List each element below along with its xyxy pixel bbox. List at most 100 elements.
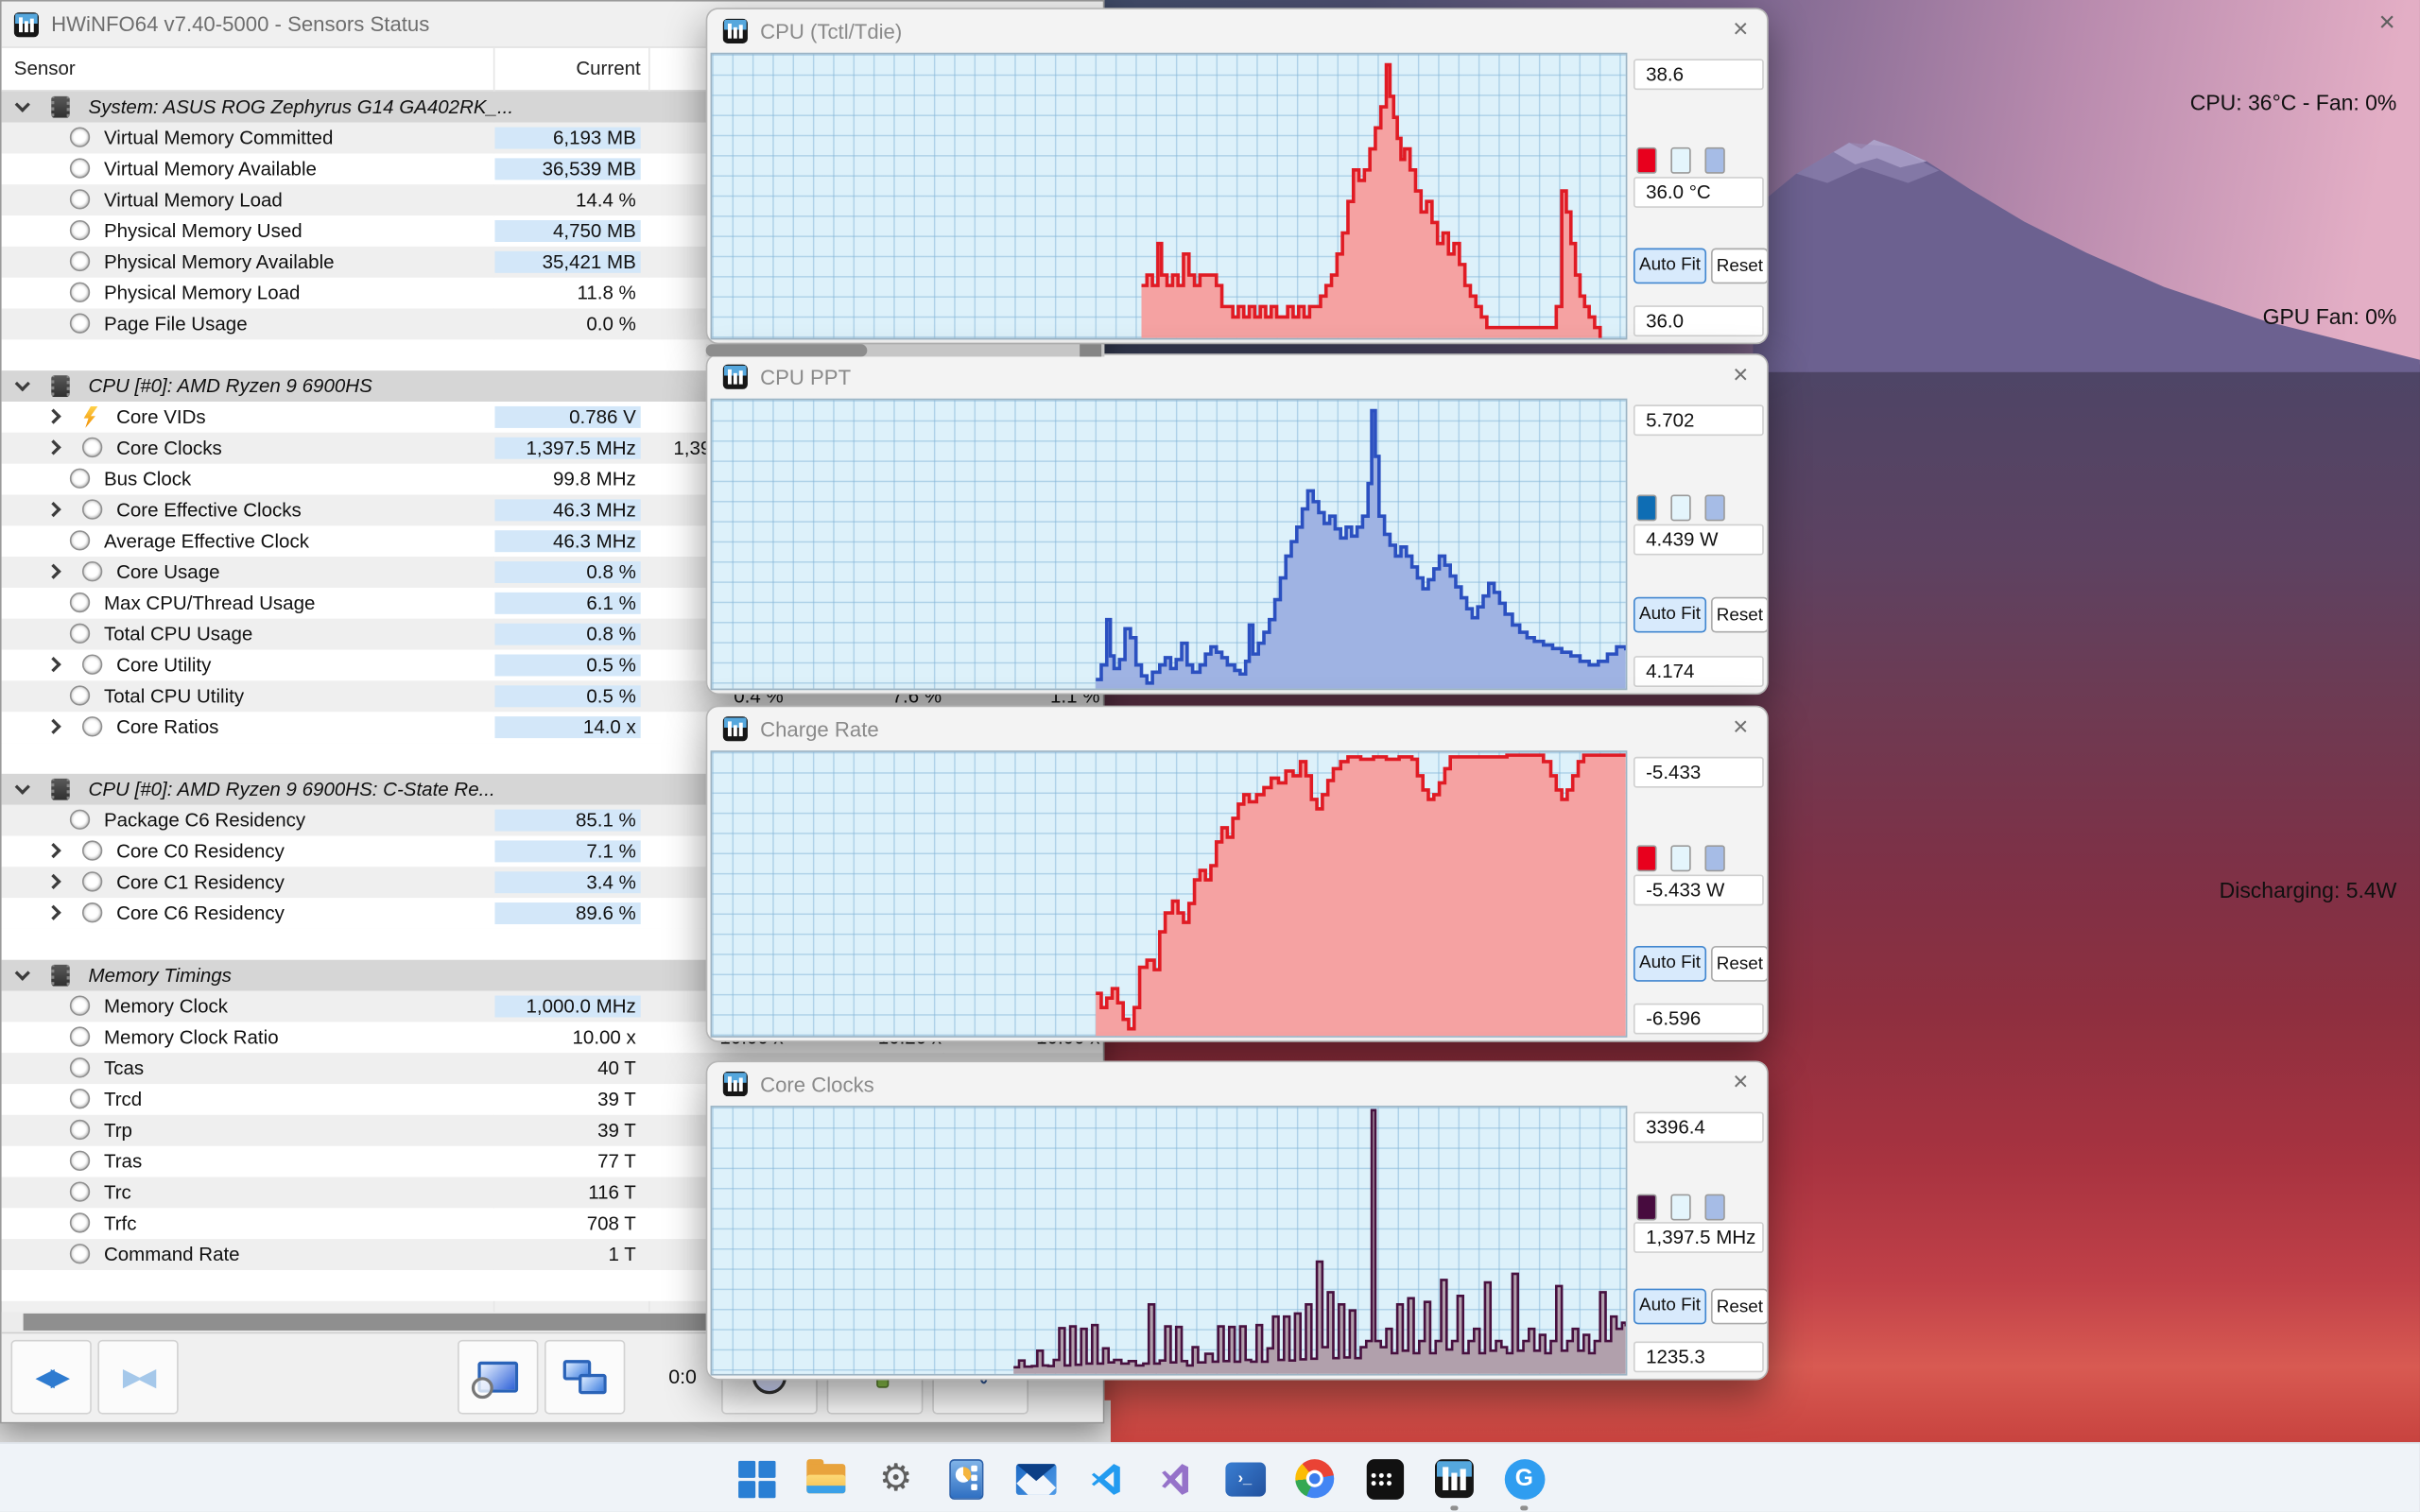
sensor-current-value: 7.1 % <box>494 839 641 862</box>
graph-color-swatches[interactable] <box>1636 494 1725 522</box>
sensor-clock-icon <box>69 809 91 830</box>
reset-button[interactable]: Reset <box>1711 248 1768 284</box>
close-icon[interactable]: × <box>2378 7 2394 39</box>
close-icon[interactable]: × <box>1733 14 1748 45</box>
series-color-swatch[interactable] <box>1636 146 1657 174</box>
series-color-swatch[interactable] <box>1636 494 1657 522</box>
graph-min-value: 1235.3 <box>1633 1341 1764 1373</box>
sensor-clock-icon <box>69 1057 91 1078</box>
sensor-current-value: 0.5 % <box>494 653 641 676</box>
remote-app-icon <box>1365 1458 1404 1500</box>
sensor-clock-icon <box>69 1181 91 1202</box>
expand-chevron-icon[interactable] <box>45 408 61 424</box>
visual-studio-button[interactable] <box>1154 1458 1196 1500</box>
ghelper-taskbar-button[interactable]: G <box>1503 1458 1545 1500</box>
sensor-clock-icon <box>69 1150 91 1171</box>
vscode-button[interactable] <box>1084 1458 1126 1500</box>
start-button[interactable] <box>735 1458 777 1500</box>
reset-button[interactable]: Reset <box>1711 1288 1768 1325</box>
voltage-bolt-icon <box>83 405 98 428</box>
sensor-current-value: 0.786 V <box>494 405 641 428</box>
auto-fit-button[interactable]: Auto Fit <box>1633 1288 1707 1325</box>
graph-current-value: 36.0 °C <box>1633 177 1764 208</box>
background-color-swatch[interactable] <box>1670 494 1691 522</box>
sensor-clock-icon <box>81 561 103 582</box>
sensor-clock-icon <box>69 158 91 179</box>
column-current[interactable]: Current <box>493 58 640 79</box>
grid-color-swatch[interactable] <box>1704 494 1725 522</box>
sensor-current-value: 116 T <box>588 1180 636 1203</box>
file-explorer-button[interactable] <box>805 1458 847 1500</box>
settings-button[interactable]: ⚙ <box>875 1458 917 1500</box>
auto-fit-button[interactable]: Auto Fit <box>1633 946 1707 982</box>
expand-arrows-icon: ◀▶ <box>36 1365 69 1391</box>
grid-color-swatch[interactable] <box>1704 146 1725 174</box>
expand-chevron-icon[interactable] <box>45 563 61 579</box>
close-icon[interactable]: × <box>1733 360 1748 391</box>
mail-button[interactable] <box>1014 1458 1056 1500</box>
monitoring-app-button[interactable] <box>944 1458 986 1500</box>
graph-plot-area[interactable] <box>710 52 1628 340</box>
expand-chevron-icon[interactable] <box>45 842 61 859</box>
graph-title: CPU (Tctl/Tdie) <box>760 19 903 43</box>
graph-plot-area[interactable] <box>710 1106 1628 1376</box>
graph-window-core-clocks: Core Clocks × 3396.4 1,397.5 MHz Auto Fi… <box>705 1060 1769 1381</box>
expand-chevron-icon[interactable] <box>45 873 61 890</box>
graph-plot-area[interactable] <box>710 398 1628 691</box>
series-color-swatch[interactable] <box>1636 845 1657 872</box>
auto-fit-button[interactable]: Auto Fit <box>1633 596 1707 633</box>
sensor-clock-icon <box>69 189 91 210</box>
expand-chevron-icon[interactable] <box>45 657 61 673</box>
column-sensor[interactable]: Sensor <box>14 58 76 79</box>
grid-color-swatch[interactable] <box>1704 1194 1725 1221</box>
reset-button[interactable]: Reset <box>1711 596 1768 633</box>
collapse-chevron-icon[interactable] <box>14 779 30 795</box>
remote-app-button[interactable] <box>1363 1458 1405 1500</box>
remote-monitor-button[interactable] <box>544 1339 626 1415</box>
auto-fit-button[interactable]: Auto Fit <box>1633 248 1707 284</box>
graph-color-swatches[interactable] <box>1636 146 1725 174</box>
background-color-swatch[interactable] <box>1670 1194 1691 1221</box>
scrollbar-thumb[interactable] <box>705 344 868 357</box>
reset-button[interactable]: Reset <box>1711 946 1768 982</box>
background-color-swatch[interactable] <box>1670 146 1691 174</box>
grid-color-swatch[interactable] <box>1704 845 1725 872</box>
graph-titlebar[interactable]: Charge Rate <box>707 707 1767 750</box>
collapse-chevron-icon[interactable] <box>14 965 30 981</box>
expand-chevron-icon[interactable] <box>45 904 61 920</box>
sensor-current-value: 0.0 % <box>586 312 636 335</box>
expand-chevron-icon[interactable] <box>45 501 61 518</box>
graph-current-value: 1,397.5 MHz <box>1633 1222 1764 1253</box>
graph-titlebar[interactable]: CPU PPT <box>707 355 1767 399</box>
expand-columns-button[interactable]: ◀▶ <box>10 1339 92 1415</box>
series-color-swatch[interactable] <box>1636 1194 1657 1221</box>
collapse-chevron-icon[interactable] <box>14 96 30 112</box>
graph-color-swatches[interactable] <box>1636 1194 1725 1221</box>
graph-color-swatches[interactable] <box>1636 845 1725 872</box>
monitor-search-button[interactable] <box>458 1339 539 1415</box>
sensor-clock-icon <box>81 716 103 737</box>
graph-titlebar[interactable]: CPU (Tctl/Tdie) <box>707 9 1767 53</box>
sensor-clock-icon <box>69 1088 91 1109</box>
expand-chevron-icon[interactable] <box>45 718 61 734</box>
collapse-chevron-icon[interactable] <box>14 376 30 392</box>
chrome-button[interactable] <box>1294 1458 1336 1500</box>
graph-window-cpu-tctl-tdie-: CPU (Tctl/Tdie) × 38.6 36.0 °C Auto Fit … <box>705 8 1769 345</box>
graph-plot-area[interactable] <box>710 750 1628 1038</box>
background-color-swatch[interactable] <box>1670 845 1691 872</box>
hwinfo-app-icon <box>722 18 748 43</box>
graph-window-cpu-ppt: CPU PPT × 5.702 4.439 W Auto Fit Reset 4… <box>705 353 1769 696</box>
close-icon[interactable]: × <box>1733 712 1748 743</box>
hwinfo-taskbar-button[interactable] <box>1433 1458 1475 1500</box>
close-icon[interactable]: × <box>1733 1067 1748 1098</box>
sensor-clock-icon <box>69 127 91 147</box>
sensor-current-value: 36,539 MB <box>494 157 641 180</box>
powershell-button[interactable]: ›_ <box>1224 1458 1266 1500</box>
monitor-magnifier-icon <box>471 1361 519 1400</box>
window-title: HWiNFO64 v7.40-5000 - Sensors Status <box>51 12 430 36</box>
graph-titlebar[interactable]: Core Clocks <box>707 1062 1767 1106</box>
collapse-columns-button[interactable]: ▶◀ <box>97 1339 179 1415</box>
graph-horizontal-scrollbar[interactable] <box>705 344 1105 357</box>
sensor-clock-icon <box>81 437 103 458</box>
expand-chevron-icon[interactable] <box>45 439 61 455</box>
